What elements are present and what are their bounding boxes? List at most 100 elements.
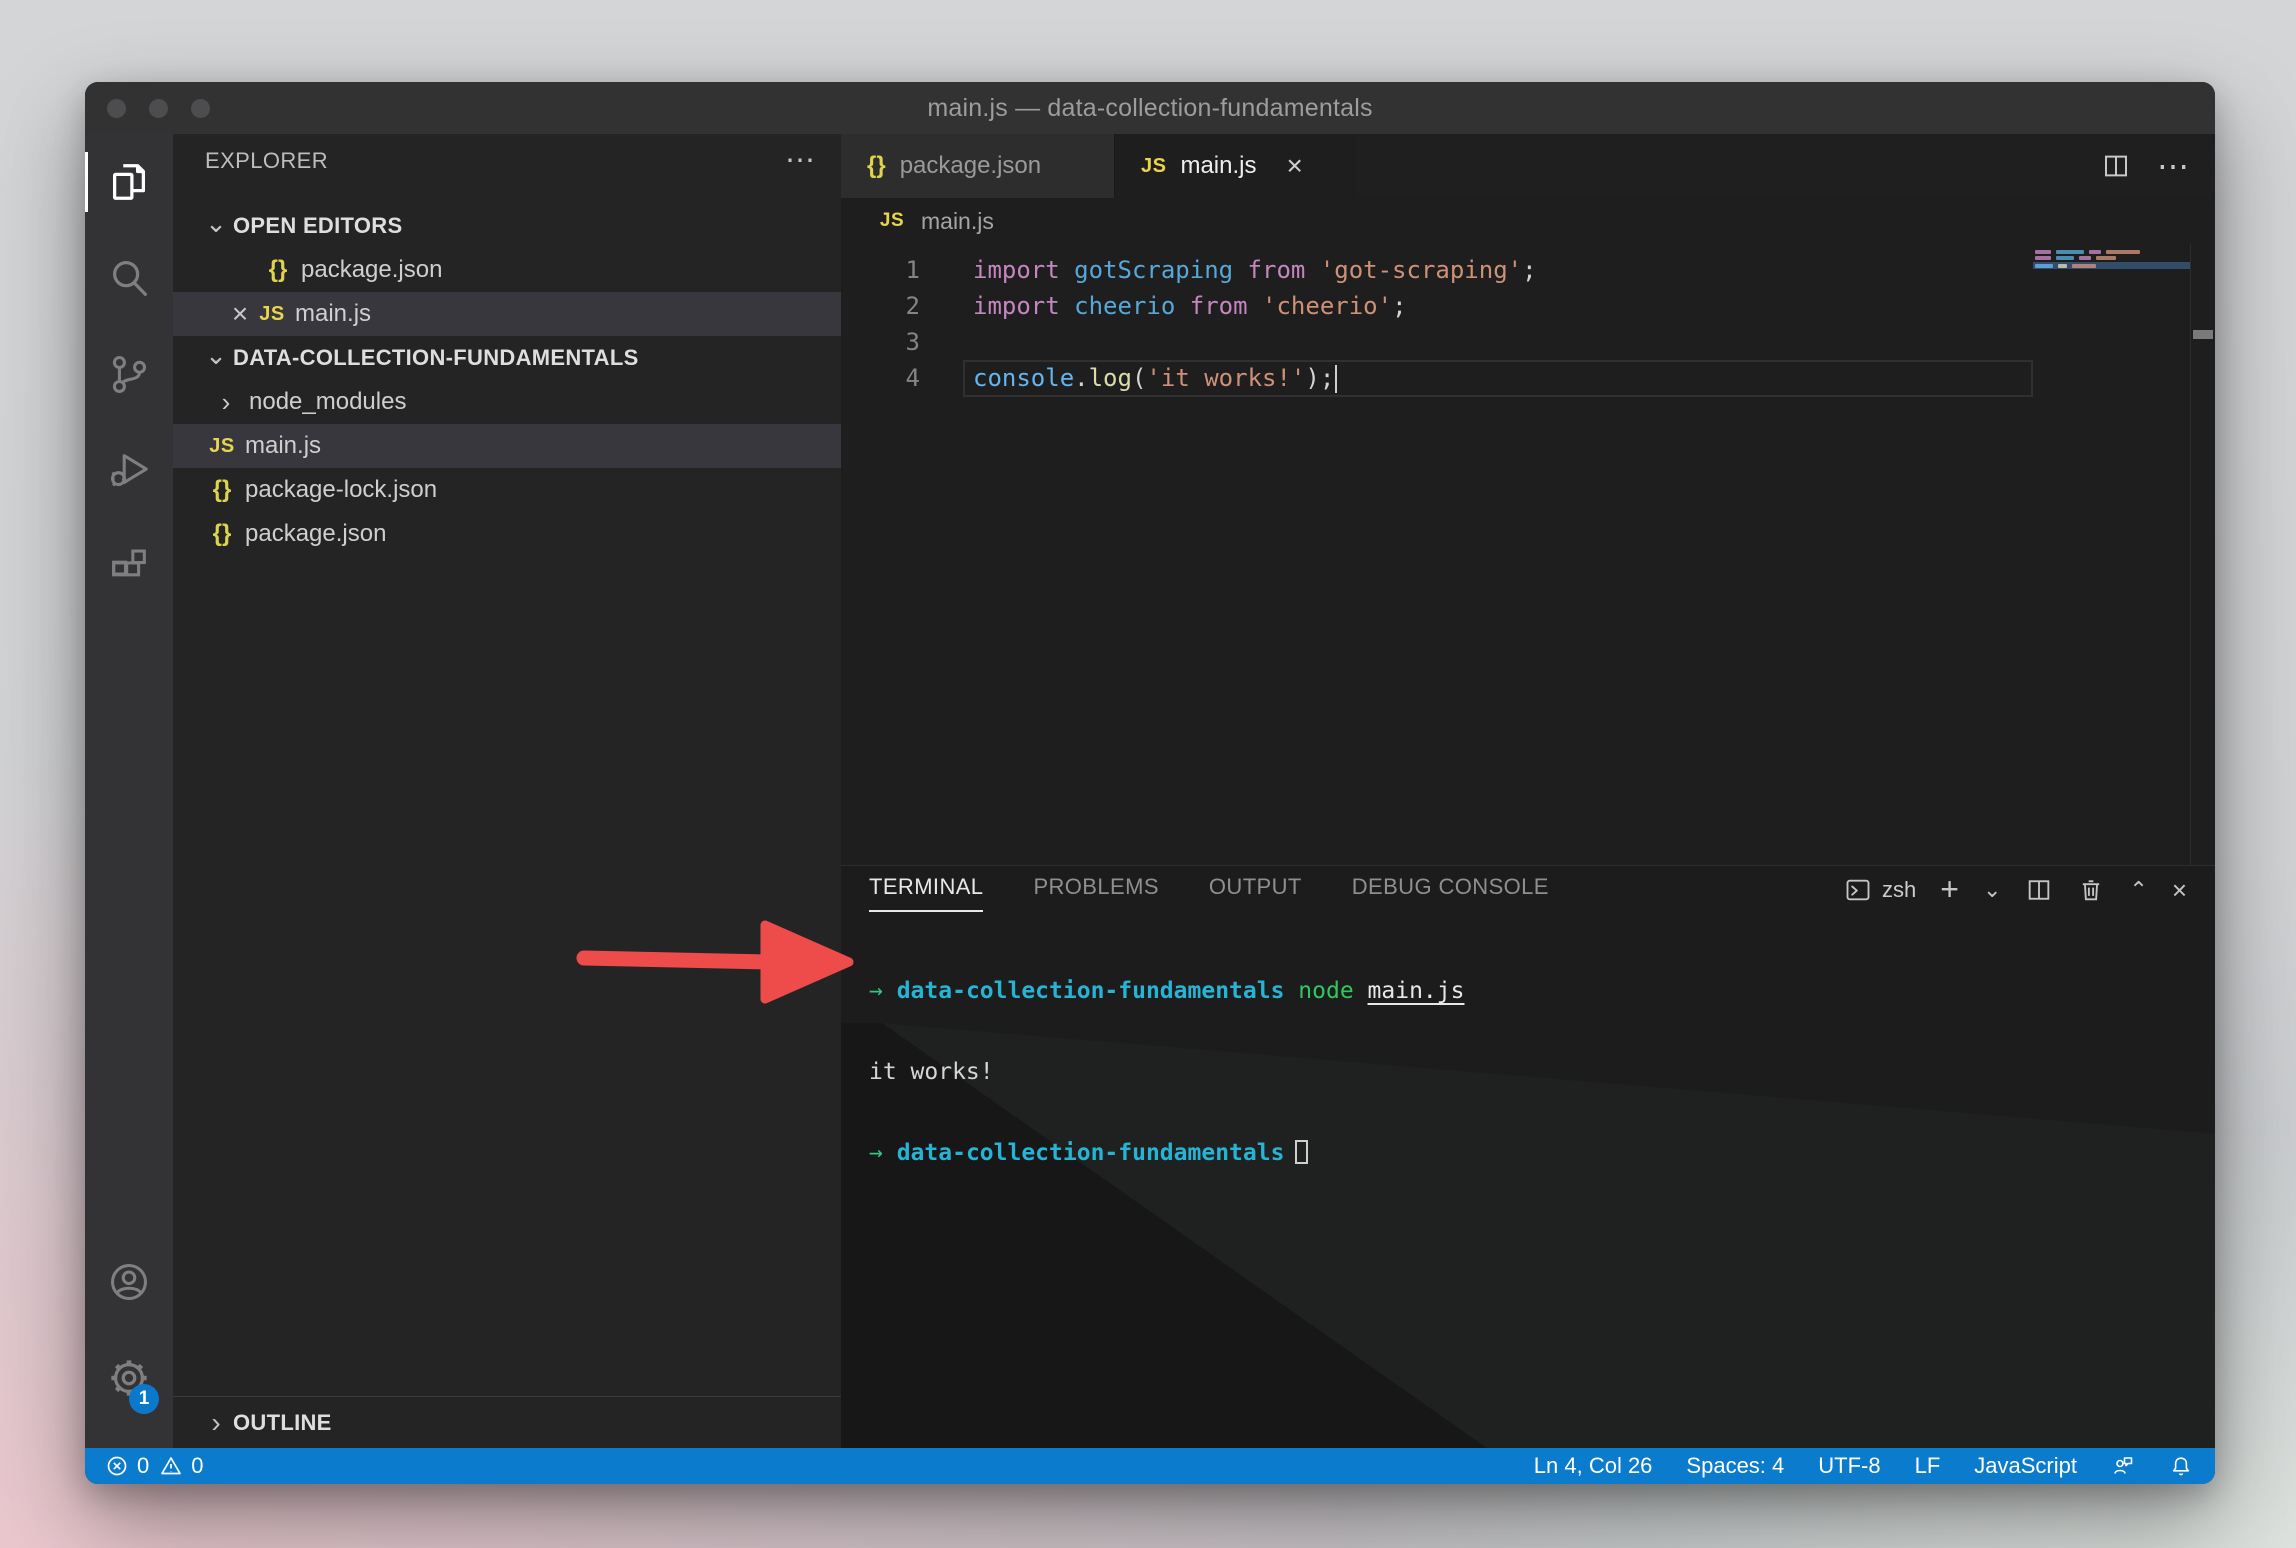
error-icon <box>105 1454 129 1478</box>
code-line: 4 console.log('it works!'); <box>841 360 2215 396</box>
terminal-icon <box>1844 876 1872 904</box>
split-editor-icon[interactable] <box>2101 151 2131 181</box>
tree-item-package-lock-json[interactable]: {} package-lock.json <box>173 468 841 512</box>
js-file-icon: JS <box>255 303 289 326</box>
section-open-editors[interactable]: ⌄ OPEN EDITORS <box>173 204 841 248</box>
code-lines: 1 import gotScraping from 'got-scraping'… <box>841 252 2215 396</box>
editor-actions: ⋯ <box>2101 134 2215 198</box>
json-file-icon: {} <box>205 520 239 548</box>
tab-label: package.json <box>900 152 1041 180</box>
warnings-status[interactable]: 0 <box>159 1453 203 1479</box>
open-editor-main-js[interactable]: × JS main.js <box>173 292 841 336</box>
code-editor[interactable]: 1 import gotScraping from 'got-scraping'… <box>841 244 2215 865</box>
panel-header: TERMINAL PROBLEMS OUTPUT DEBUG CONSOLE z… <box>841 866 2215 912</box>
terminal-panel: TERMINAL PROBLEMS OUTPUT DEBUG CONSOLE z… <box>841 865 2215 1448</box>
overview-cursor-marker <box>2193 330 2213 339</box>
settings-badge: 1 <box>129 1384 159 1414</box>
close-window-button[interactable] <box>107 99 126 118</box>
json-file-icon: {} <box>205 476 239 504</box>
vscode-window: main.js — data-collection-fundamentals <box>85 82 2215 1484</box>
minimize-window-button[interactable] <box>149 99 168 118</box>
explorer-tree: ⌄ OPEN EDITORS {} package.json × JS main… <box>173 204 841 556</box>
window-title: main.js — data-collection-fundamentals <box>927 94 1372 123</box>
explorer-more-actions-icon[interactable]: ⋯ <box>785 146 815 176</box>
explorer-sidebar: EXPLORER ⋯ ⌄ OPEN EDITORS {} package.jso… <box>173 134 841 1448</box>
tab-debug-console[interactable]: DEBUG CONSOLE <box>1352 874 1549 912</box>
chevron-down-icon: ⌄ <box>203 342 229 368</box>
js-file-icon: JS <box>205 435 239 458</box>
shell-selector[interactable]: zsh <box>1844 876 1916 904</box>
warning-icon <box>159 1454 183 1478</box>
section-folder-root[interactable]: ⌄ DATA-COLLECTION-FUNDAMENTALS <box>173 336 841 380</box>
desktop: { "window": { "title": "main.js — data-c… <box>0 0 2296 1548</box>
split-terminal-icon[interactable] <box>2025 876 2053 904</box>
close-tab-icon[interactable]: × <box>1287 152 1303 180</box>
chevron-down-icon: ⌄ <box>203 210 229 236</box>
tree-item-package-json[interactable]: {} package.json <box>173 512 841 556</box>
close-editor-icon[interactable]: × <box>225 300 255 328</box>
extensions-icon[interactable] <box>85 518 173 614</box>
settings-gear-icon[interactable]: 1 <box>85 1330 173 1426</box>
line-number: 4 <box>841 360 963 396</box>
open-editor-label: main.js <box>295 300 371 328</box>
editor-tabs-bar: {} package.json JS main.js × ⋯ <box>841 134 2215 198</box>
line-number: 3 <box>841 324 963 360</box>
notifications-bell-icon[interactable] <box>2169 1454 2193 1478</box>
zoom-window-button[interactable] <box>191 99 210 118</box>
tree-item-node-modules[interactable]: › node_modules <box>173 380 841 424</box>
problems-status[interactable]: 0 0 <box>85 1453 204 1479</box>
minimap[interactable] <box>2033 248 2190 368</box>
tab-label: main.js <box>1180 152 1256 180</box>
status-bar-right: Ln 4, Col 26 Spaces: 4 UTF-8 LF JavaScri… <box>1534 1453 2215 1479</box>
source-control-icon[interactable] <box>85 326 173 422</box>
indentation-status[interactable]: Spaces: 4 <box>1686 1453 1784 1479</box>
sidebar-header: EXPLORER ⋯ <box>173 134 841 188</box>
error-count: 0 <box>137 1453 149 1479</box>
terminal-line: it works! <box>869 1059 2215 1086</box>
run-debug-icon[interactable] <box>85 422 173 518</box>
terminal-dropdown-icon[interactable]: ⌄ <box>1983 879 2001 901</box>
terminal-cursor <box>1295 1140 1308 1164</box>
eol-status[interactable]: LF <box>1915 1453 1941 1479</box>
feedback-icon[interactable] <box>2111 1454 2135 1478</box>
line-number: 2 <box>841 288 963 324</box>
terminal-output[interactable]: → data-collection-fundamentals node main… <box>841 912 2215 1221</box>
chevron-right-icon: › <box>209 387 243 418</box>
errors-status[interactable]: 0 <box>105 1453 149 1479</box>
encoding-status[interactable]: UTF-8 <box>1818 1453 1880 1479</box>
activity-bar: 1 <box>85 134 173 1448</box>
cursor-position-status[interactable]: Ln 4, Col 26 <box>1534 1453 1653 1479</box>
sidebar-title: EXPLORER <box>205 148 328 174</box>
maximize-panel-icon[interactable]: ⌃ <box>2129 879 2147 901</box>
title-bar: main.js — data-collection-fundamentals <box>85 82 2215 134</box>
activity-bar-spacer <box>85 614 173 1234</box>
js-file-icon: JS <box>1141 155 1166 178</box>
new-terminal-icon[interactable]: + <box>1940 877 1959 903</box>
section-outline[interactable]: › OUTLINE <box>173 1396 841 1448</box>
tab-main-js[interactable]: JS main.js × <box>1115 134 1356 198</box>
open-editor-package-json[interactable]: {} package.json <box>173 248 841 292</box>
kill-terminal-trash-icon[interactable] <box>2077 876 2105 904</box>
status-bar: 0 0 Ln 4, Col 26 Spaces: 4 UTF-8 LF Java… <box>85 1448 2215 1484</box>
tree-item-main-js[interactable]: JS main.js <box>173 424 841 468</box>
tab-package-json[interactable]: {} package.json <box>841 134 1115 198</box>
code-line: 3 <box>841 324 2215 360</box>
editor-group: {} package.json JS main.js × ⋯ JS <box>841 134 2215 1448</box>
text-cursor <box>1335 365 1337 393</box>
language-mode-status[interactable]: JavaScript <box>1974 1453 2077 1479</box>
more-actions-icon[interactable]: ⋯ <box>2157 150 2189 182</box>
close-panel-icon[interactable]: × <box>2172 877 2187 903</box>
tab-problems[interactable]: PROBLEMS <box>1033 874 1158 912</box>
shell-name: zsh <box>1882 877 1916 903</box>
chevron-right-icon: › <box>203 1409 229 1437</box>
tab-terminal[interactable]: TERMINAL <box>869 874 983 912</box>
tab-output[interactable]: OUTPUT <box>1209 874 1302 912</box>
section-label: DATA-COLLECTION-FUNDAMENTALS <box>233 345 639 371</box>
section-label: OPEN EDITORS <box>233 213 402 239</box>
breadcrumb[interactable]: JS main.js <box>841 198 2215 244</box>
tree-item-label: node_modules <box>249 388 406 416</box>
overview-ruler[interactable] <box>2190 244 2215 865</box>
account-icon[interactable] <box>85 1234 173 1330</box>
search-icon[interactable] <box>85 230 173 326</box>
explorer-icon[interactable] <box>85 134 173 230</box>
